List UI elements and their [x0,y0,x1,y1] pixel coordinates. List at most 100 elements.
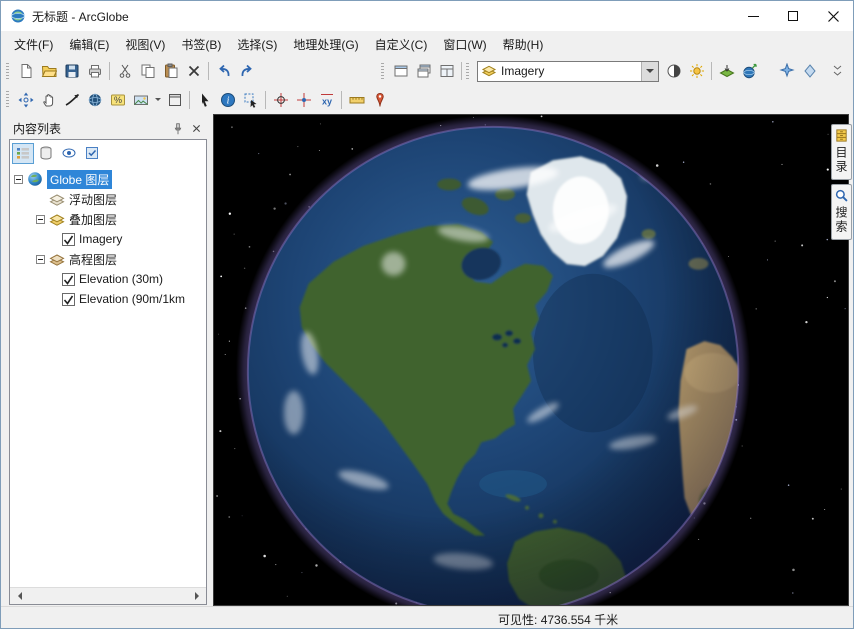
zoom-to-target-button[interactable] [292,88,315,111]
delete-icon [186,63,202,79]
checkbox-checked[interactable] [62,233,75,246]
visibility-label: 可见性: [498,613,537,627]
checkbox-checked[interactable] [62,273,75,286]
list-by-visibility-button[interactable] [58,143,80,164]
layer-combo[interactable]: Imagery [477,61,659,82]
navigate-button[interactable] [14,88,37,111]
effects-button[interactable] [775,60,798,83]
tab-catalog[interactable]: 目录 [831,124,852,180]
collapse-icon[interactable] [36,215,45,224]
list-by-drawing-order-icon [15,145,31,161]
tree-item-globe-layers[interactable]: Globe 图层 [10,169,206,189]
tree-item-elevation-90m[interactable]: Elevation (90m/1km [10,289,206,309]
toolbar-grip[interactable] [381,63,384,80]
print-button[interactable] [83,60,106,83]
toc-header[interactable]: 内容列表 [9,118,207,139]
select-features-button[interactable] [239,88,262,111]
snapshot-icon [133,92,149,108]
workspace: 内容列表 [1,114,853,606]
menu-view[interactable]: 视图(V) [117,33,173,56]
undo-button[interactable] [212,60,235,83]
close-icon [191,123,202,134]
scroll-right-icon [195,592,203,600]
combo-dropdown-icon[interactable] [641,62,658,81]
transparency-button[interactable] [798,60,821,83]
tree-item-floating-layers[interactable]: 浮动图层 [10,189,206,209]
toc-panel: 内容列表 [9,118,207,605]
menu-window[interactable]: 窗口(W) [435,33,494,56]
globe-add-button[interactable] [738,60,761,83]
list-by-source-button[interactable] [35,143,57,164]
new-document-button[interactable] [14,60,37,83]
pan-button[interactable] [37,88,60,111]
split-view-button[interactable] [435,60,458,83]
center-target-button[interactable] [83,88,106,111]
menu-edit[interactable]: 编辑(E) [61,33,117,56]
redo-button[interactable] [235,60,258,83]
tab-catalog-label: 目录 [833,146,850,174]
visibility-value: 4736.554 千米 [541,613,618,627]
goto-xy-button[interactable]: xy [315,88,338,111]
surface-mode-button[interactable]: % [106,88,129,111]
maximize-button[interactable] [773,1,813,31]
toc-horizontal-scrollbar[interactable] [10,587,206,604]
identify-button[interactable]: i [216,88,239,111]
menu-geoprocessing[interactable]: 地理处理(G) [285,33,366,56]
pin-button[interactable] [169,120,187,137]
viewer-frame-button[interactable] [163,88,186,111]
menu-selection[interactable]: 选择(S) [229,33,285,56]
cut-button[interactable] [113,60,136,83]
list-by-drawing-order-button[interactable] [12,143,34,164]
tree-item-elevation-layers[interactable]: 高程图层 [10,249,206,269]
tree-item-label: 高程图层 [69,251,117,268]
tree-item-imagery[interactable]: Imagery [10,229,206,249]
toolbar-grip[interactable] [6,63,9,80]
new-viewer-button[interactable] [412,60,435,83]
close-button[interactable] [813,1,853,31]
select-cursor-button[interactable] [193,88,216,111]
copy-button[interactable] [136,60,159,83]
swipe-layer-button[interactable] [715,60,738,83]
fly-button[interactable] [60,88,83,111]
menu-file[interactable]: 文件(F) [6,33,61,56]
place-pin-button[interactable] [368,88,391,111]
fly-icon [64,92,80,108]
paste-button[interactable] [159,60,182,83]
tree-item-label: Elevation (90m/1km [79,292,185,306]
menu-bookmarks[interactable]: 书签(B) [173,33,229,56]
brightness-button[interactable] [685,60,708,83]
surface-mode-icon: % [110,92,126,108]
contrast-button[interactable] [662,60,685,83]
titlebar[interactable]: 无标题 - ArcGlobe [1,1,853,31]
save-button[interactable] [60,60,83,83]
list-by-selection-button[interactable] [81,143,103,164]
menu-help[interactable]: 帮助(H) [495,33,552,56]
place-pin-icon [372,92,388,108]
tree-item-elevation-30m[interactable]: Elevation (30m) [10,269,206,289]
minimize-button[interactable] [733,1,773,31]
toolbar-grip[interactable] [6,91,9,108]
snapshot-dropdown-icon[interactable] [152,88,163,111]
select-features-icon [243,92,259,108]
collapse-icon[interactable] [14,175,23,184]
checkbox-checked[interactable] [62,293,75,306]
globe-canvas[interactable] [214,115,848,605]
snapshot-button[interactable] [129,88,152,111]
open-folder-icon [41,63,57,79]
open-button[interactable] [37,60,60,83]
scroll-left-button[interactable] [11,589,27,604]
measure-button[interactable] [345,88,368,111]
toc-close-button[interactable] [187,120,205,137]
toolbar-grip[interactable] [466,63,469,80]
globe-viewport[interactable] [213,114,849,606]
center-on-target-button[interactable] [269,88,292,111]
delete-button[interactable] [182,60,205,83]
toolbar-overflow-button[interactable] [826,60,849,83]
scroll-right-button[interactable] [189,589,205,604]
collapse-icon[interactable] [36,255,45,264]
zoom-to-target-icon [296,92,312,108]
menu-customize[interactable]: 自定义(C) [367,33,436,56]
float-window-button[interactable] [389,60,412,83]
tab-search[interactable]: 搜索 [831,184,852,240]
tree-item-draped-layers[interactable]: 叠加图层 [10,209,206,229]
